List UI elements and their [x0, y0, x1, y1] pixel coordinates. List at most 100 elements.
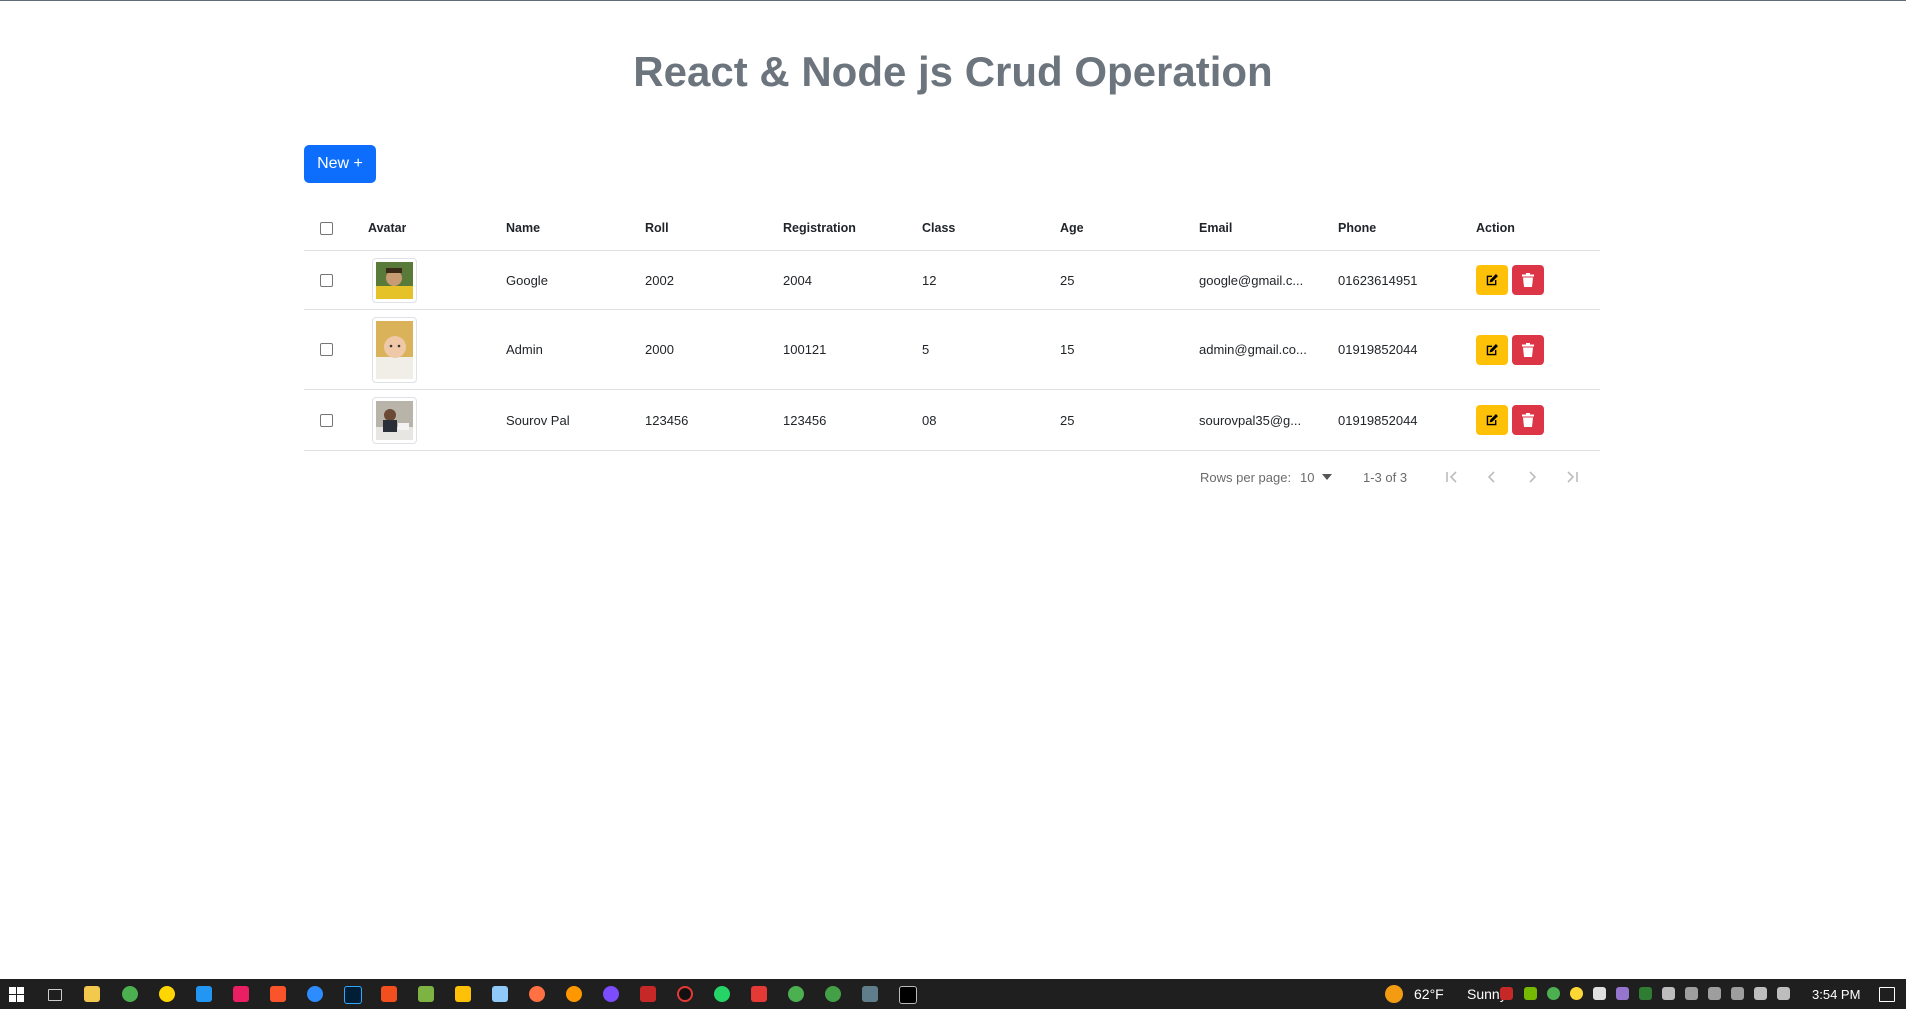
- chevron-left-icon: [1487, 471, 1495, 483]
- trash-icon: [1522, 342, 1534, 357]
- photoshop-icon[interactable]: [344, 986, 362, 1004]
- messenger-icon[interactable]: [603, 986, 619, 1002]
- chrome-profile-2-icon[interactable]: [825, 986, 841, 1002]
- roll-cell: 2000: [645, 342, 674, 357]
- edit-button[interactable]: [1476, 334, 1508, 365]
- trash-icon: [1522, 413, 1534, 427]
- col-roll[interactable]: Roll: [645, 206, 669, 250]
- notifications-icon[interactable]: [1879, 987, 1895, 1002]
- col-registration[interactable]: Registration: [783, 206, 856, 250]
- tray-usb-icon[interactable]: [1685, 987, 1698, 1000]
- windows-start-button[interactable]: [9, 987, 24, 1002]
- col-phone[interactable]: Phone: [1338, 206, 1376, 250]
- task-view-icon[interactable]: [48, 989, 62, 1001]
- tray-green-icon[interactable]: [1639, 987, 1652, 1000]
- select-all-cell: [320, 206, 333, 250]
- tray-nvidia-icon[interactable]: [1524, 987, 1537, 1000]
- clock[interactable]: 3:54 PM: [1812, 979, 1860, 1009]
- row-checkbox[interactable]: [320, 343, 333, 356]
- rows-per-page-value: 10: [1300, 469, 1315, 485]
- tray-volume-icon[interactable]: [1777, 987, 1790, 1000]
- delete-button[interactable]: [1512, 265, 1544, 295]
- app-red-icon[interactable]: [751, 986, 767, 1002]
- first-page-button[interactable]: [1438, 463, 1466, 491]
- app-yellow-icon[interactable]: [159, 986, 175, 1002]
- delete-button[interactable]: [1512, 405, 1544, 435]
- tray-camera-icon[interactable]: [1731, 987, 1744, 1000]
- col-name[interactable]: Name: [506, 206, 540, 250]
- last-page-button[interactable]: [1558, 463, 1586, 491]
- name-cell: Google: [506, 272, 548, 288]
- row-select-cell: [320, 251, 333, 309]
- weather-temp[interactable]: 62°F: [1414, 979, 1444, 1009]
- tray-pen-icon[interactable]: [1616, 987, 1629, 1000]
- action-cell: [1476, 251, 1548, 309]
- app-orange-icon[interactable]: [529, 986, 545, 1002]
- age-cell: 15: [1060, 342, 1075, 357]
- brave-icon[interactable]: [270, 986, 286, 1002]
- trash-icon: [1522, 273, 1534, 287]
- weather-sun-icon[interactable]: [1385, 985, 1403, 1003]
- new-button[interactable]: New +: [304, 145, 376, 183]
- delete-button[interactable]: [1512, 334, 1544, 365]
- email-cell: google@gmail.c...: [1199, 272, 1304, 288]
- terminal-icon[interactable]: [899, 986, 917, 1004]
- action-cell: [1476, 310, 1548, 389]
- row-checkbox[interactable]: [320, 273, 333, 287]
- record-icon[interactable]: [677, 986, 693, 1002]
- table-row[interactable]: Sourov Pal 123456 123456 08 25 sourovpal…: [304, 390, 1600, 451]
- chrome-icon[interactable]: [122, 986, 138, 1002]
- tray-network-icon[interactable]: [1662, 987, 1675, 1000]
- tray-yellow-icon[interactable]: [1570, 987, 1583, 1000]
- avatar: [372, 257, 417, 303]
- app-pink-icon[interactable]: [233, 986, 249, 1002]
- rows-per-page-select[interactable]: 10: [1300, 463, 1333, 491]
- col-email[interactable]: Email: [1199, 206, 1232, 250]
- app-grid-icon[interactable]: [418, 986, 434, 1002]
- registration-cell: 123456: [783, 412, 827, 428]
- next-page-button[interactable]: [1518, 463, 1546, 491]
- avatar-image: [376, 261, 413, 299]
- registration-cell: 100121: [783, 342, 827, 357]
- whatsapp-icon[interactable]: [714, 986, 730, 1002]
- calculator-icon[interactable]: [862, 986, 878, 1002]
- tray-chrome-icon[interactable]: [1547, 987, 1560, 1000]
- first-page-icon: [1446, 471, 1457, 483]
- tray-adobe-icon[interactable]: [1500, 987, 1513, 1000]
- students-table: Avatar Name Roll Registration Class Age …: [304, 206, 1600, 451]
- filezilla-icon[interactable]: [640, 986, 656, 1002]
- vscode-icon[interactable]: [196, 986, 212, 1002]
- firefox-icon[interactable]: [566, 986, 582, 1002]
- col-avatar[interactable]: Avatar: [368, 206, 406, 250]
- rows-per-page-label: Rows per page:: [1200, 469, 1292, 485]
- figma-icon[interactable]: [381, 986, 397, 1002]
- table-row[interactable]: Admin 2000 100121 5 15 admin@gmail.co...…: [304, 310, 1600, 390]
- registration-cell: 2004: [783, 272, 812, 288]
- tray-wifi-icon[interactable]: [1754, 987, 1767, 1000]
- class-cell: 12: [922, 272, 937, 288]
- row-checkbox[interactable]: [320, 413, 333, 427]
- windows-logo-icon: [9, 987, 24, 1002]
- pagination-range: 1-3 of 3: [1363, 469, 1408, 485]
- edit-icon: [1486, 343, 1498, 355]
- notes-icon[interactable]: [492, 986, 508, 1002]
- name-cell: Sourov Pal: [506, 412, 570, 428]
- app-diamond-icon[interactable]: [455, 986, 471, 1002]
- file-explorer-icon[interactable]: [84, 986, 100, 1002]
- zoom-icon[interactable]: [307, 986, 323, 1002]
- table-row[interactable]: Google 2002 2004 12 25 google@gmail.c...…: [304, 251, 1600, 310]
- caret-down-icon: [1322, 474, 1333, 480]
- col-class[interactable]: Class: [922, 206, 955, 250]
- select-all-checkbox[interactable]: [320, 221, 333, 235]
- previous-page-button[interactable]: [1478, 463, 1506, 491]
- edit-button[interactable]: [1476, 265, 1508, 295]
- name-cell: Admin: [506, 342, 543, 357]
- age-cell: 25: [1060, 272, 1075, 288]
- tray-battery-icon[interactable]: [1708, 987, 1721, 1000]
- taskbar: 62°F Sunny 3:54 PM: [0, 979, 1906, 1009]
- chrome-profile-icon[interactable]: [788, 986, 804, 1002]
- tray-app-icon[interactable]: [1593, 987, 1606, 1000]
- avatar: [372, 316, 417, 383]
- col-age[interactable]: Age: [1060, 206, 1084, 250]
- edit-button[interactable]: [1476, 405, 1508, 435]
